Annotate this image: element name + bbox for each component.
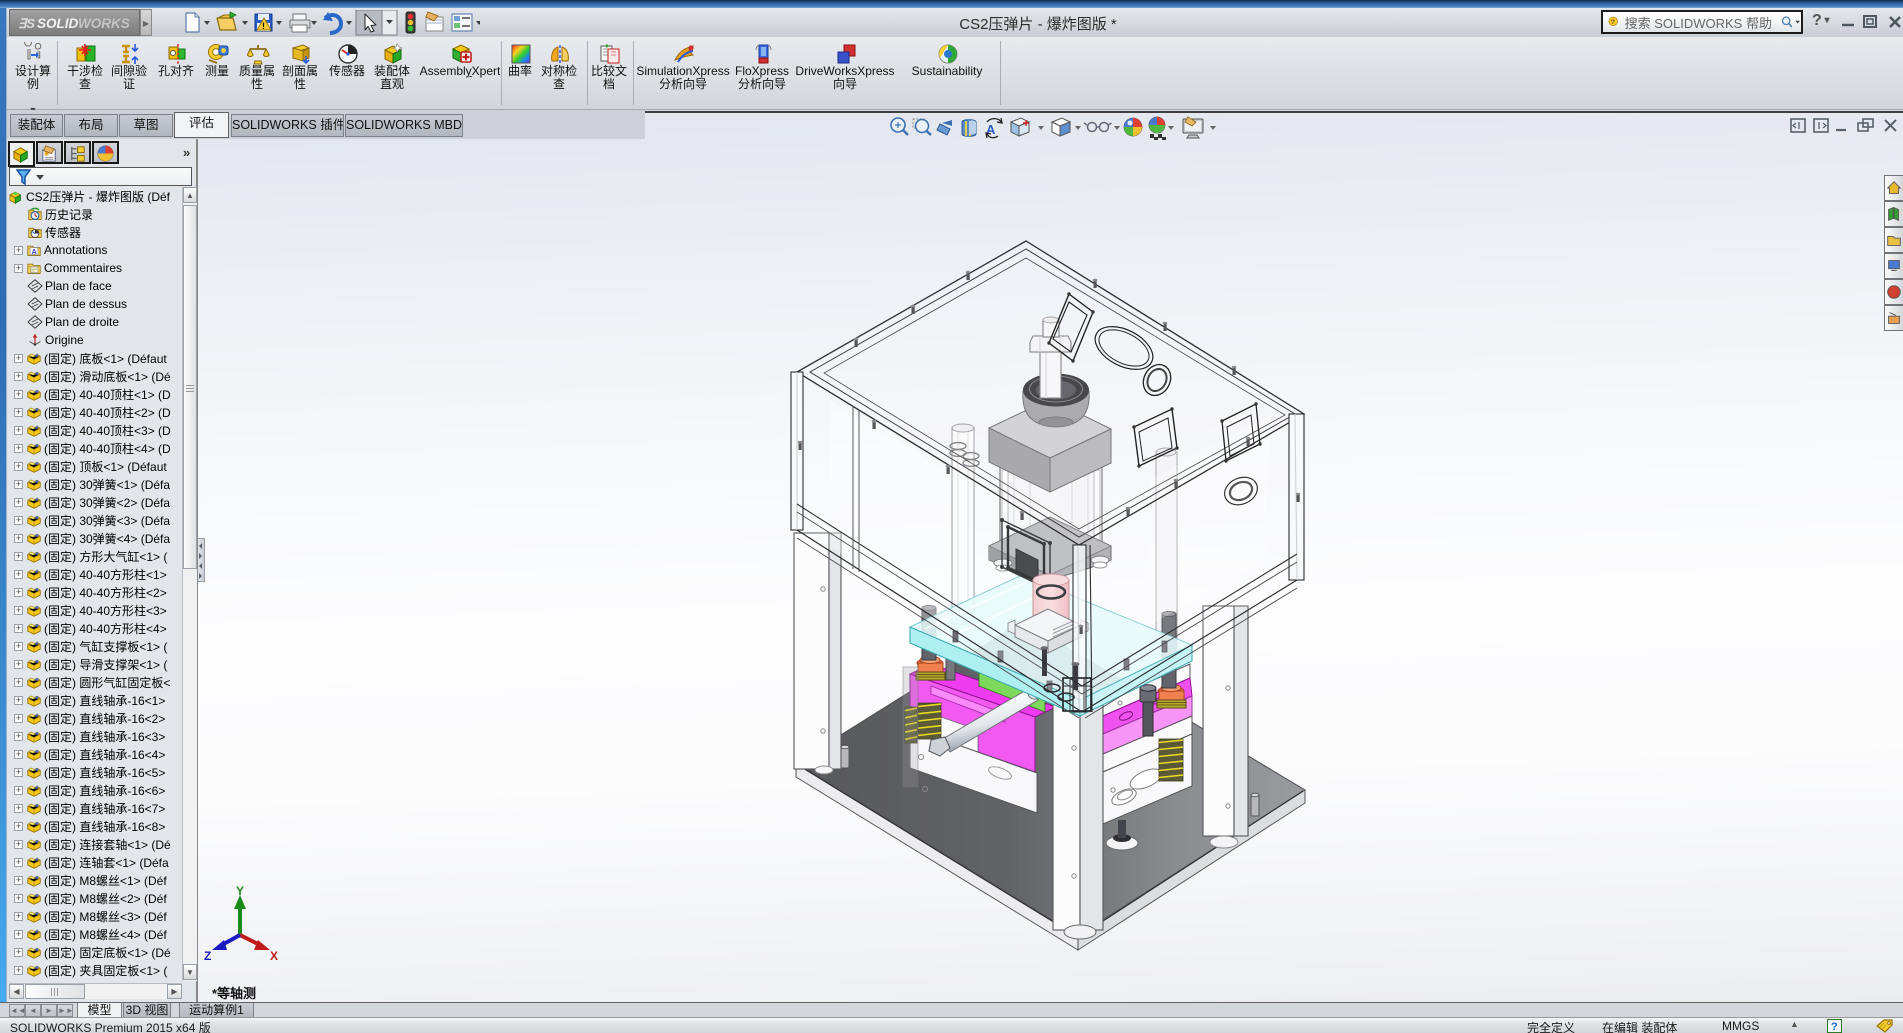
svg-text:?: ? [1831, 1021, 1838, 1033]
svg-text:?: ? [1611, 19, 1615, 26]
svg-text:Z: Z [204, 949, 211, 963]
svg-text:∃S: ∃S [18, 16, 35, 31]
svg-text:A: A [32, 249, 37, 256]
svg-text:Y: Y [236, 885, 244, 898]
svg-text:!: ! [262, 21, 265, 31]
svg-text:X: X [270, 949, 278, 963]
svg-text:SOLID: SOLID [37, 16, 79, 31]
svg-text:WORKS: WORKS [78, 16, 130, 31]
